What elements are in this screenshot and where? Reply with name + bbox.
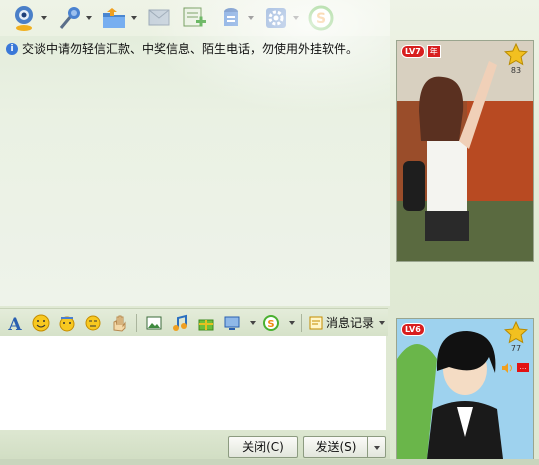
screenshot-icon	[224, 316, 240, 330]
folder-icon	[103, 8, 125, 28]
star-icon	[504, 320, 528, 344]
microphone-icon	[59, 7, 80, 29]
face-wink-icon	[85, 315, 101, 330]
shake-button[interactable]	[108, 312, 130, 334]
chat-window: S i 交谈中请勿轻信汇款、中奖信息、陌生电话，勿使用外挂软件。 A	[0, 0, 539, 465]
picture-icon	[146, 316, 162, 329]
font-icon: A	[7, 315, 22, 332]
music-note-icon	[173, 314, 187, 331]
magic-face-icon	[59, 316, 75, 331]
star-rating[interactable]: 77	[503, 320, 529, 353]
chevron-down-icon[interactable]	[289, 320, 295, 325]
level-label: LV7	[401, 45, 425, 58]
bottom-strip	[0, 459, 539, 465]
chat-history[interactable]: i 交谈中请勿轻信汇款、中奖信息、陌生电话，勿使用外挂软件。	[0, 0, 390, 306]
message-input[interactable]	[0, 336, 386, 430]
soso-small-icon: S	[263, 314, 279, 331]
emoticon-button[interactable]	[30, 312, 52, 334]
history-icon	[309, 316, 323, 329]
send-options-button[interactable]	[367, 436, 386, 458]
webcam-icon	[15, 6, 33, 31]
music-button[interactable]	[169, 312, 191, 334]
separator	[136, 313, 137, 332]
level-badge: LV7 年	[401, 45, 441, 58]
gift-icon	[198, 319, 214, 330]
chevron-down-icon[interactable]	[250, 320, 256, 325]
flag-icon[interactable]: …	[517, 363, 529, 372]
year-badge: 年	[426, 45, 441, 58]
soso-format-button[interactable]: S	[260, 312, 282, 334]
separator	[301, 313, 302, 332]
profile-panel: LV7 年 83 LV6 77 …	[390, 36, 539, 465]
image-button[interactable]	[143, 312, 165, 334]
hand-icon	[113, 315, 126, 332]
star-rating[interactable]: 83	[503, 42, 529, 75]
magic-emoticon-button[interactable]	[56, 312, 78, 334]
contact-show-image[interactable]: LV7 年 83	[396, 40, 534, 262]
star-count: 77	[510, 344, 522, 353]
message-history-button[interactable]: 消息记录	[308, 314, 386, 331]
chevron-down-icon	[373, 445, 380, 450]
smiley-icon	[32, 314, 50, 331]
star-count: 83	[510, 66, 522, 75]
microphone-button[interactable]	[53, 2, 94, 34]
level-badge: LV6	[401, 323, 425, 336]
scribble-button[interactable]	[82, 312, 104, 334]
svg-text:A: A	[7, 315, 22, 332]
webcam-button[interactable]	[8, 2, 49, 34]
star-icon	[504, 42, 528, 66]
security-notice-text: 交谈中请勿轻信汇款、中奖信息、陌生电话，勿使用外挂软件。	[22, 42, 359, 56]
close-button[interactable]: 关闭(C)	[228, 436, 298, 458]
font-button[interactable]: A	[4, 312, 26, 334]
format-toolbar: A S 消息记录	[0, 308, 388, 336]
level-label: LV6	[401, 323, 425, 336]
info-icon: i	[6, 42, 18, 55]
speaker-icon[interactable]	[501, 363, 513, 373]
chevron-down-icon	[379, 320, 386, 325]
security-notice: i 交谈中请勿轻信汇款、中奖信息、陌生电话，勿使用外挂软件。	[6, 40, 358, 57]
self-show-image[interactable]: LV6 77 …	[396, 318, 534, 460]
send-button[interactable]: 发送(S)	[303, 436, 368, 458]
svg-text:S: S	[267, 319, 274, 330]
gift-button[interactable]	[195, 312, 217, 334]
screenshot-button[interactable]	[221, 312, 243, 334]
message-history-label: 消息记录	[326, 316, 375, 330]
